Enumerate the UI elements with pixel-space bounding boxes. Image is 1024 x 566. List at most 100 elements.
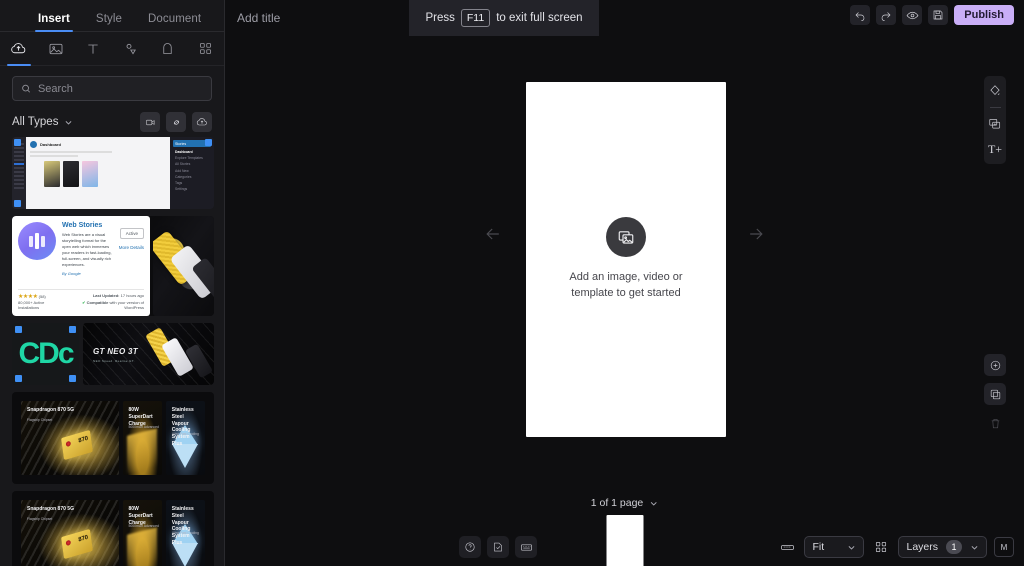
redo-button[interactable] (876, 5, 897, 25)
page-text-tool[interactable]: T+ (986, 140, 1004, 158)
text-icon[interactable] (75, 32, 112, 66)
editor-header: Add title Press F11 to exit full screen (225, 0, 1024, 36)
cdc-logo-thumb[interactable]: CDc (12, 323, 79, 385)
redo-icon (882, 12, 891, 21)
checklist-button[interactable] (487, 536, 509, 558)
save-icon (933, 10, 943, 20)
spec-panel: Stainless Steel Vapour Cooling System Pl… (165, 500, 206, 566)
plugin-description: Web Stories are a visual storytelling fo… (62, 232, 112, 267)
filter-row: All Types (0, 107, 224, 137)
rating-count: (58) (38, 294, 46, 299)
video-capture-button[interactable] (140, 112, 160, 132)
layers-panel-toggle[interactable]: Layers 1 (898, 536, 987, 558)
save-draft-button[interactable] (928, 5, 949, 25)
story-editor-app: Insert Style Document Search All Types D… (0, 0, 1024, 566)
media-image-icon[interactable] (37, 32, 74, 66)
add-page-button[interactable] (984, 354, 1006, 376)
units-toggle-button[interactable]: M (994, 537, 1014, 557)
help-circle-icon (465, 542, 475, 552)
cdc-logo-text: CDc (18, 337, 74, 370)
publish-button[interactable]: Publish (954, 5, 1014, 25)
page-count-dropdown[interactable]: 1 of 1 page (591, 497, 659, 509)
spec-title: Snapdragon 870 5G (27, 407, 74, 413)
spec-title: Stainless Steel Vapour Cooling System Pl… (171, 407, 194, 447)
media-source-buttons (140, 112, 212, 132)
link-media-button[interactable] (166, 112, 186, 132)
wp-stories-submenu: Stories Dashboard Explore Templates All … (170, 137, 214, 209)
list-item[interactable]: CDc GT NEO 3T NEO Speed. Realme GT. (12, 323, 214, 385)
page-tools-panel: T+ (984, 76, 1006, 164)
delete-page-button[interactable] (984, 412, 1006, 434)
add-media-icon (606, 217, 646, 258)
shapes-icon[interactable] (112, 32, 149, 66)
spec-sub: Flagship Chipset (27, 517, 53, 521)
gt-neo-banner[interactable]: GT NEO 3T NEO Speed. Realme GT. (83, 323, 214, 385)
previous-page-arrow[interactable] (483, 224, 503, 244)
size-icon[interactable] (777, 537, 797, 557)
spec-sub: 5000mAh Advanced (128, 425, 159, 429)
chevron-down-icon (650, 501, 657, 506)
zoom-level-dropdown[interactable]: Fit (804, 536, 865, 558)
footer-right-controls: Fit Layers 1 M (777, 536, 1014, 558)
list-item[interactable]: Dashboard Stories Dashboard Explore Temp… (12, 137, 214, 209)
preview-button[interactable] (902, 5, 923, 25)
upload-media-button[interactable] (192, 112, 212, 132)
list-item[interactable]: Web Stories Web Stories are a visual sto… (12, 216, 214, 316)
empty-page-hint: Add an image, video or template to get s… (569, 271, 683, 299)
undo-button[interactable] (850, 5, 871, 25)
help-center-button[interactable] (459, 536, 481, 558)
upload-cloud-icon[interactable] (0, 32, 37, 66)
spec-title: Stainless Steel Vapour Cooling System Pl… (171, 506, 194, 546)
install-count: 80,000+ Active Installations (18, 300, 45, 310)
plugin-author: By Google (62, 271, 81, 276)
undo-icon (855, 12, 865, 21)
next-page-arrow[interactable] (746, 224, 766, 244)
chevron-down-icon (971, 545, 978, 550)
layers-label: Layers (906, 541, 938, 553)
templates-grid-icon[interactable] (187, 32, 224, 66)
spec-panel: Stainless Steel Vapour Cooling System Pl… (165, 401, 206, 475)
keyboard-shortcuts-button[interactable] (515, 536, 537, 558)
tab-style[interactable]: Style (96, 13, 122, 31)
editor-main: Add title Press F11 to exit full screen (225, 0, 1024, 566)
library-sidebar: Insert Style Document Search All Types D… (0, 0, 225, 566)
page-actions-panel (984, 354, 1006, 434)
spec-sub: 5000mAh Advanced (128, 524, 159, 528)
page-count-label: 1 of 1 page (590, 497, 644, 509)
insert-icon-row (0, 32, 224, 66)
web-stories-logo-icon (18, 222, 56, 260)
search-icon (22, 84, 31, 93)
layers-count-badge: 1 (946, 540, 962, 554)
updated-value: 17 hours ago (120, 293, 144, 298)
wp-dashboard-panel: Dashboard (26, 137, 170, 209)
search-box[interactable] (12, 76, 212, 101)
duplicate-page-button[interactable] (984, 383, 1006, 405)
selection-handle (205, 139, 212, 146)
spec-panel: 80W SuperDart Charge 5000mAh Advanced (122, 500, 162, 566)
list-item[interactable]: 870 Snapdragon 870 5G Flagship Chipset 8… (12, 491, 214, 566)
story-title-input[interactable]: Add title (237, 11, 280, 25)
story-page-canvas[interactable]: Add an image, video or template to get s… (526, 82, 726, 437)
compat-label: Compatible (86, 300, 109, 305)
type-filter-dropdown[interactable]: All Types (12, 116, 73, 128)
grid-view-button[interactable] (871, 537, 891, 557)
list-item[interactable]: 870 Snapdragon 870 5G Flagship Chipset 8… (12, 392, 214, 484)
tab-document[interactable]: Document (148, 13, 201, 31)
header-actions: Publish (850, 5, 1014, 25)
library-tabs: Insert Style Document (0, 0, 224, 32)
search-input[interactable] (37, 82, 203, 95)
spec-panel: 80W SuperDart Charge 5000mAh Advanced (122, 401, 162, 475)
footer-left-buttons (459, 536, 537, 558)
type-filter-label: All Types (12, 116, 59, 128)
editor-footer: 1 of 1 page Fit Layers 1 M (225, 488, 1024, 566)
page-background-media-tool[interactable] (986, 115, 1004, 133)
checklist-icon (494, 542, 502, 552)
eye-icon (906, 11, 919, 19)
page-carousel-thumb[interactable] (606, 515, 643, 566)
sticker-icon[interactable] (149, 32, 186, 66)
tab-insert[interactable]: Insert (35, 13, 73, 32)
media-gallery[interactable]: Dashboard Stories Dashboard Explore Temp… (0, 137, 224, 566)
fullscreen-key: F11 (460, 9, 491, 27)
page-background-color-tool[interactable] (986, 82, 1004, 100)
selection-handle (14, 200, 21, 207)
